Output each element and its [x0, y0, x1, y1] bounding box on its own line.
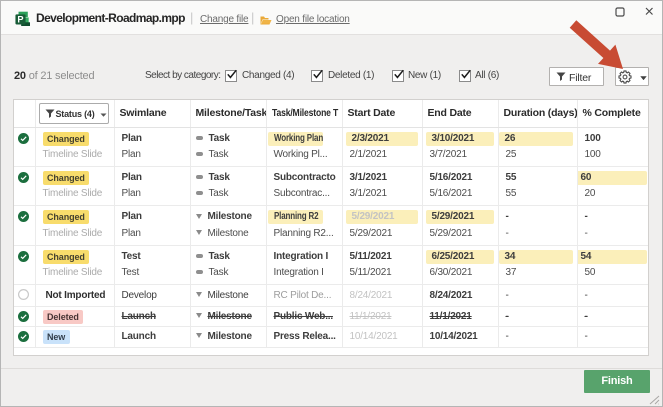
svg-text:P: P [17, 14, 23, 24]
